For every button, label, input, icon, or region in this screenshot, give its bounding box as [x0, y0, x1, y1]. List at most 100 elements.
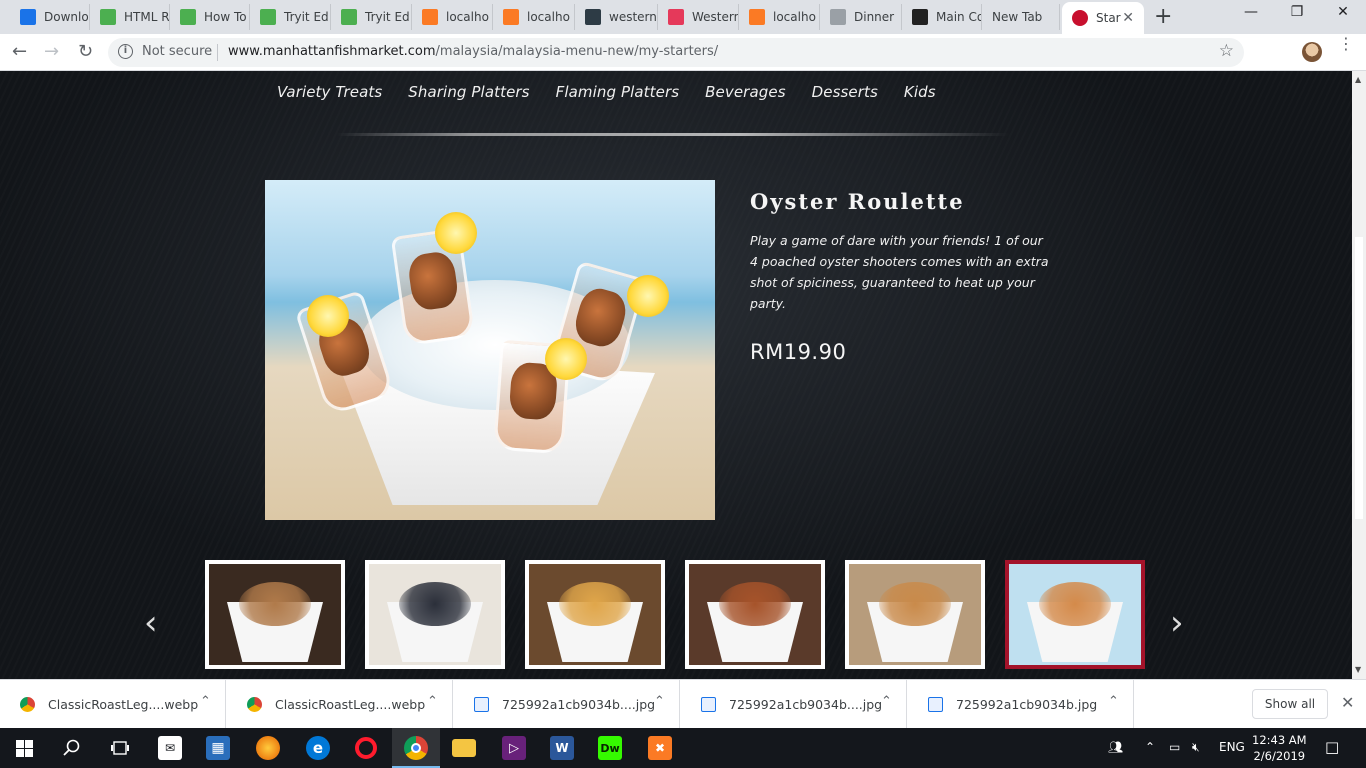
- menu-thumbnail[interactable]: [525, 560, 665, 669]
- download-icon: [20, 9, 36, 25]
- word-icon[interactable]: W: [550, 736, 574, 760]
- menu-nav-item[interactable]: Beverages: [705, 83, 785, 101]
- browser-tab[interactable]: Dinner: [820, 4, 902, 30]
- w3schools-icon: [260, 9, 276, 25]
- browser-tab[interactable]: localho: [412, 4, 493, 30]
- battery-icon[interactable]: ▭: [1169, 740, 1180, 754]
- close-tab-icon[interactable]: ✕: [1122, 10, 1134, 26]
- menu-nav-item[interactable]: Variety Treats: [277, 83, 382, 101]
- food-shape: [239, 582, 311, 626]
- browser-tab[interactable]: localho: [739, 4, 820, 30]
- scrollbar-thumb[interactable]: [1355, 237, 1363, 519]
- tray-chevron-up-icon[interactable]: ⌃: [1145, 740, 1155, 754]
- volume-muted-icon[interactable]: 🔇︎: [1192, 740, 1200, 755]
- tab-label: localho: [773, 10, 816, 24]
- food-shape: [399, 582, 471, 626]
- menu-nav-item[interactable]: Flaming Platters: [556, 83, 680, 101]
- lemon-shape: [627, 275, 669, 317]
- address-bar[interactable]: i Not secure www.manhattanfishmarket.com…: [108, 38, 1244, 67]
- s-icon: [912, 9, 928, 25]
- chevron-up-icon[interactable]: ⌃: [881, 694, 892, 709]
- tab-label: Dinner: [854, 10, 895, 24]
- close-window-icon[interactable]: ✕: [1320, 4, 1366, 20]
- browser-tab[interactable]: Tryit Ed: [250, 4, 331, 30]
- show-all-button[interactable]: Show all: [1252, 689, 1328, 719]
- scroll-up-icon[interactable]: ▲: [1355, 75, 1361, 84]
- browser-tab[interactable]: western: [575, 4, 658, 30]
- windows-start-icon[interactable]: [12, 736, 36, 760]
- download-item[interactable]: 725992a1cb9034b....jpg ⌃: [681, 680, 907, 729]
- tab-label: localho: [446, 10, 489, 24]
- dish-title: Oyster Roulette: [750, 189, 965, 214]
- back-icon[interactable]: ←: [12, 41, 27, 62]
- chevron-up-icon[interactable]: ⌃: [427, 694, 438, 709]
- mail-icon[interactable]: ✉: [158, 736, 182, 760]
- edge-icon[interactable]: e: [306, 736, 330, 760]
- download-item[interactable]: 725992a1cb9034b....jpg ⌃: [454, 680, 680, 729]
- browser-tab[interactable]: Downlo: [10, 4, 90, 30]
- firefox-icon[interactable]: [256, 736, 280, 760]
- minimize-icon[interactable]: —: [1228, 4, 1274, 20]
- chrome-icon: [247, 697, 262, 712]
- maximize-icon[interactable]: ❐: [1274, 4, 1320, 20]
- security-status[interactable]: Not secure: [142, 44, 212, 59]
- forward-icon[interactable]: →: [44, 41, 59, 62]
- scroll-down-icon[interactable]: ▼: [1355, 665, 1361, 674]
- image-file-icon: [928, 697, 943, 712]
- dish-price: RM19.90: [750, 340, 847, 364]
- menu-nav-item[interactable]: Kids: [904, 83, 936, 101]
- xampp-icon: [422, 9, 438, 25]
- download-filename: 725992a1cb9034b.jpg: [956, 697, 1098, 712]
- menu-thumbnail[interactable]: [685, 560, 825, 669]
- people-icon[interactable]: 👥︎: [1108, 740, 1123, 754]
- download-item[interactable]: 725992a1cb9034b.jpg ⌃: [908, 680, 1134, 729]
- chevron-up-icon[interactable]: ⌃: [200, 694, 211, 709]
- search-icon[interactable]: [60, 736, 84, 760]
- bookmark-star-icon[interactable]: ☆: [1219, 41, 1234, 61]
- profile-avatar[interactable]: [1302, 42, 1322, 62]
- page-scrollbar[interactable]: ▲ ▼: [1352, 71, 1366, 679]
- manhattan-fish-icon: [1072, 10, 1088, 26]
- file-explorer-icon[interactable]: [452, 739, 476, 757]
- browser-tab[interactable]: New Tab: [982, 4, 1060, 30]
- menu-thumbnail[interactable]: [205, 560, 345, 669]
- language-indicator[interactable]: ENG: [1219, 740, 1245, 754]
- download-item[interactable]: ClassicRoastLeg....webp ⌃: [227, 680, 453, 729]
- url-text[interactable]: www.manhattanfishmarket.com/malaysia/mal…: [228, 44, 718, 59]
- menu-thumbnail[interactable]: [365, 560, 505, 669]
- chrome-icon[interactable]: [404, 736, 428, 760]
- carousel-next-icon[interactable]: ›: [1170, 606, 1184, 640]
- browser-tab[interactable]: Tryit Ed: [331, 4, 412, 30]
- browser-tab[interactable]: localho: [493, 4, 575, 30]
- carousel-prev-icon[interactable]: ‹: [144, 606, 158, 640]
- chevron-up-icon[interactable]: ⌃: [654, 694, 665, 709]
- new-tab-button[interactable]: +: [1154, 6, 1172, 28]
- task-view-icon[interactable]: [108, 736, 132, 760]
- opera-icon[interactable]: [355, 737, 377, 759]
- browser-tab[interactable]: Main Co: [902, 4, 982, 30]
- browser-tab[interactable]: How To: [170, 4, 250, 30]
- close-downloads-icon[interactable]: ✕: [1341, 693, 1354, 712]
- dreamweaver-icon[interactable]: Dw: [598, 736, 622, 760]
- system-clock[interactable]: 12:43 AM 2/6/2019: [1252, 732, 1307, 764]
- chevron-up-icon[interactable]: ⌃: [1108, 694, 1119, 709]
- menu-nav-item[interactable]: Sharing Platters: [408, 83, 529, 101]
- browser-tab[interactable]: HTML R: [90, 4, 170, 30]
- lemon-shape: [435, 212, 477, 254]
- info-icon[interactable]: i: [118, 44, 133, 59]
- notifications-icon[interactable]: □: [1325, 738, 1339, 756]
- store-icon[interactable]: ▦: [206, 736, 230, 760]
- download-item[interactable]: ClassicRoastLeg....webp ⌃: [0, 680, 226, 729]
- lemon-shape: [545, 338, 587, 380]
- browser-menu-icon[interactable]: ⋮: [1338, 36, 1354, 52]
- menu-nav-item[interactable]: Desserts: [812, 83, 878, 101]
- menu-thumbnail[interactable]: [845, 560, 985, 669]
- reload-icon[interactable]: ↻: [78, 41, 93, 62]
- visual-studio-icon[interactable]: ▷: [502, 736, 526, 760]
- browser-tab-active[interactable]: Star ✕: [1062, 2, 1144, 34]
- tab-label: Tryit Ed: [284, 10, 329, 24]
- xampp-icon[interactable]: ✖: [648, 736, 672, 760]
- menu-thumbnail[interactable]: [1005, 560, 1145, 669]
- browser-tab[interactable]: Western: [658, 4, 739, 30]
- tab-label: New Tab: [992, 10, 1043, 24]
